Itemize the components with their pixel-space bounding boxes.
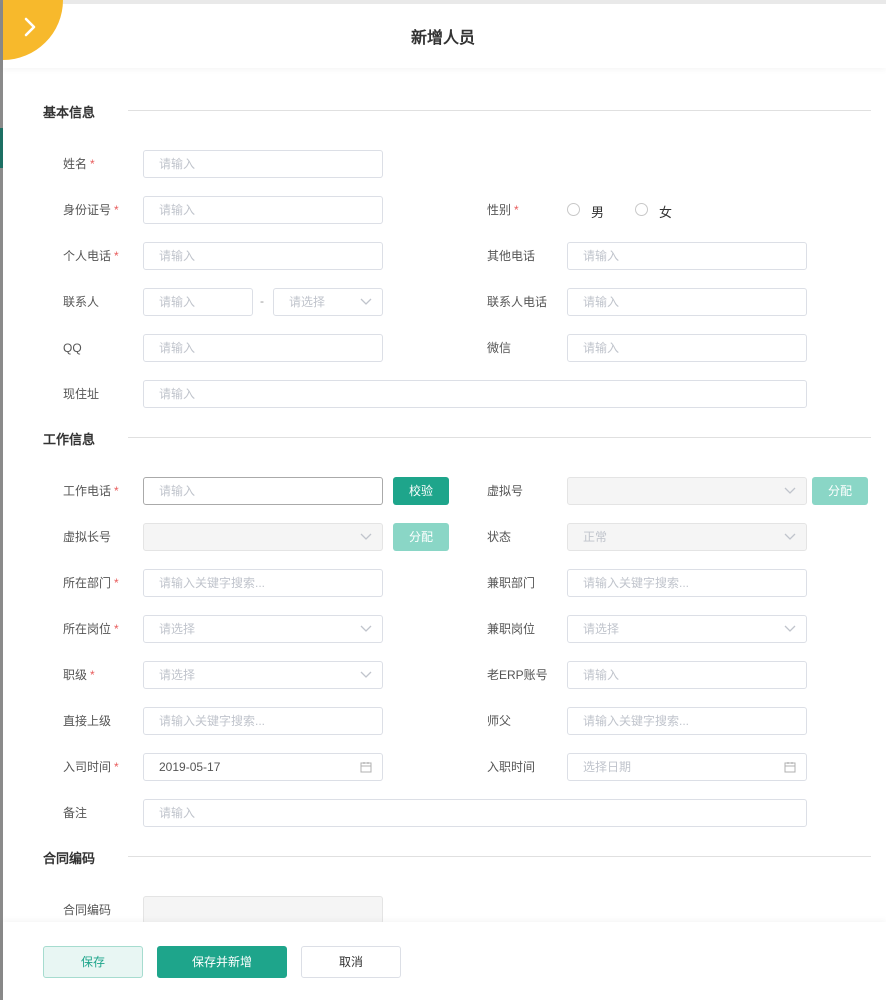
section-title-work: 工作信息 (43, 432, 96, 447)
idcard-input[interactable]: 请输入 (143, 196, 383, 224)
idcard-label: 身份证号 * (63, 203, 119, 217)
save-and-new-button[interactable]: 保存并新增 (157, 946, 287, 978)
old-erp-label: 老ERP账号 (487, 668, 548, 682)
entry-date-placeholder: 选择日期 (583, 760, 632, 774)
header-topline (3, 0, 886, 4)
part-position-placeholder: 请选择 (583, 622, 620, 636)
mentor-input[interactable]: 请输入关键字搜索... (567, 707, 807, 735)
calendar-icon (360, 762, 372, 773)
contact-phone-label: 联系人电话 (487, 295, 548, 309)
contract-code-input[interactable] (143, 896, 383, 924)
gender-label: 性别 * (487, 203, 519, 217)
assign-virtual-long-button[interactable]: 分配 (393, 523, 449, 551)
chevron-down-icon (360, 671, 372, 678)
virtual-long-select[interactable] (143, 523, 383, 551)
part-department-label: 兼职部门 (487, 576, 536, 590)
part-position-label: 兼职岗位 (487, 622, 536, 636)
name-input[interactable]: 请输入 (143, 150, 383, 178)
status-value: 正常 (583, 530, 608, 544)
chevron-down-icon (360, 625, 372, 632)
position-label: 所在岗位 * (63, 622, 119, 636)
rank-placeholder: 请选择 (159, 668, 196, 682)
virtual-long-label: 虚拟长号 (63, 530, 112, 544)
footer-bar: 保存 保存并新增 取消 (3, 922, 886, 1000)
cancel-button[interactable]: 取消 (301, 946, 401, 978)
entry-date-label: 入职时间 (487, 760, 536, 774)
join-date-value: 2019-05-17 (159, 760, 221, 774)
remark-input[interactable]: 请输入 (143, 799, 807, 827)
address-input[interactable]: 请输入 (143, 380, 807, 408)
remark-label: 备注 (63, 806, 88, 820)
page-title: 新增人员 (410, 30, 475, 47)
left-edge-marker (0, 128, 3, 168)
section-divider (128, 110, 871, 111)
chevron-down-icon (360, 533, 372, 540)
verify-button[interactable]: 校验 (393, 477, 449, 505)
phone-label: 个人电话 * (63, 249, 119, 263)
work-phone-input[interactable]: 请输入 (143, 477, 383, 505)
gender-female-label[interactable]: 女 (659, 202, 672, 221)
join-date-picker[interactable]: 2019-05-17 (143, 753, 383, 781)
contact-name-input[interactable]: 请输入 (143, 288, 253, 316)
left-edge-strip (0, 0, 3, 1000)
name-label: 姓名 * (63, 157, 95, 171)
department-label: 所在部门 * (63, 576, 119, 590)
entry-date-picker[interactable]: 选择日期 (567, 753, 807, 781)
virtual-no-select[interactable] (567, 477, 807, 505)
superior-label: 直接上级 (63, 714, 112, 728)
part-department-input[interactable]: 请输入关键字搜索... (567, 569, 807, 597)
section-divider (128, 437, 871, 438)
address-label: 现住址 (63, 387, 100, 401)
old-erp-input[interactable]: 请输入 (567, 661, 807, 689)
gender-female-radio[interactable] (635, 203, 648, 216)
join-date-label: 入司时间 * (63, 760, 119, 774)
section-divider (128, 856, 871, 857)
qq-input[interactable]: 请输入 (143, 334, 383, 362)
chevron-down-icon (360, 298, 372, 305)
save-button[interactable]: 保存 (43, 946, 143, 978)
status-select[interactable]: 正常 (567, 523, 807, 551)
contact-relation-select[interactable]: 请选择 (273, 288, 383, 316)
superior-input[interactable]: 请输入关键字搜索... (143, 707, 383, 735)
qq-label: QQ (63, 341, 82, 355)
contract-code-label: 合同编码 (63, 903, 112, 917)
phone-input[interactable]: 请输入 (143, 242, 383, 270)
mentor-label: 师父 (487, 714, 512, 728)
gender-male-radio[interactable] (567, 203, 580, 216)
chevron-down-icon (784, 625, 796, 632)
position-select[interactable]: 请选择 (143, 615, 383, 643)
status-label: 状态 (487, 530, 512, 544)
wechat-input[interactable]: 请输入 (567, 334, 807, 362)
contact-phone-input[interactable]: 请输入 (567, 288, 807, 316)
chevron-down-icon (784, 533, 796, 540)
part-position-select[interactable]: 请选择 (567, 615, 807, 643)
work-phone-label: 工作电话 * (63, 484, 119, 498)
other-phone-input[interactable]: 请输入 (567, 242, 807, 270)
department-input[interactable]: 请输入关键字搜索... (143, 569, 383, 597)
wechat-label: 微信 (487, 341, 512, 355)
contact-relation-placeholder: 请选择 (289, 295, 326, 309)
contact-separator: - (260, 294, 264, 308)
position-placeholder: 请选择 (159, 622, 196, 636)
rank-label: 职级 * (63, 668, 95, 682)
section-title-basic: 基本信息 (43, 105, 96, 120)
assign-virtual-no-button[interactable]: 分配 (812, 477, 868, 505)
section-title-contract: 合同编码 (43, 851, 96, 866)
chevron-down-icon (784, 487, 796, 494)
rank-select[interactable]: 请选择 (143, 661, 383, 689)
gender-male-label[interactable]: 男 (591, 202, 604, 221)
contact-label: 联系人 (63, 295, 100, 309)
calendar-icon (784, 762, 796, 773)
virtual-no-label: 虚拟号 (487, 484, 524, 498)
other-phone-label: 其他电话 (487, 249, 536, 263)
